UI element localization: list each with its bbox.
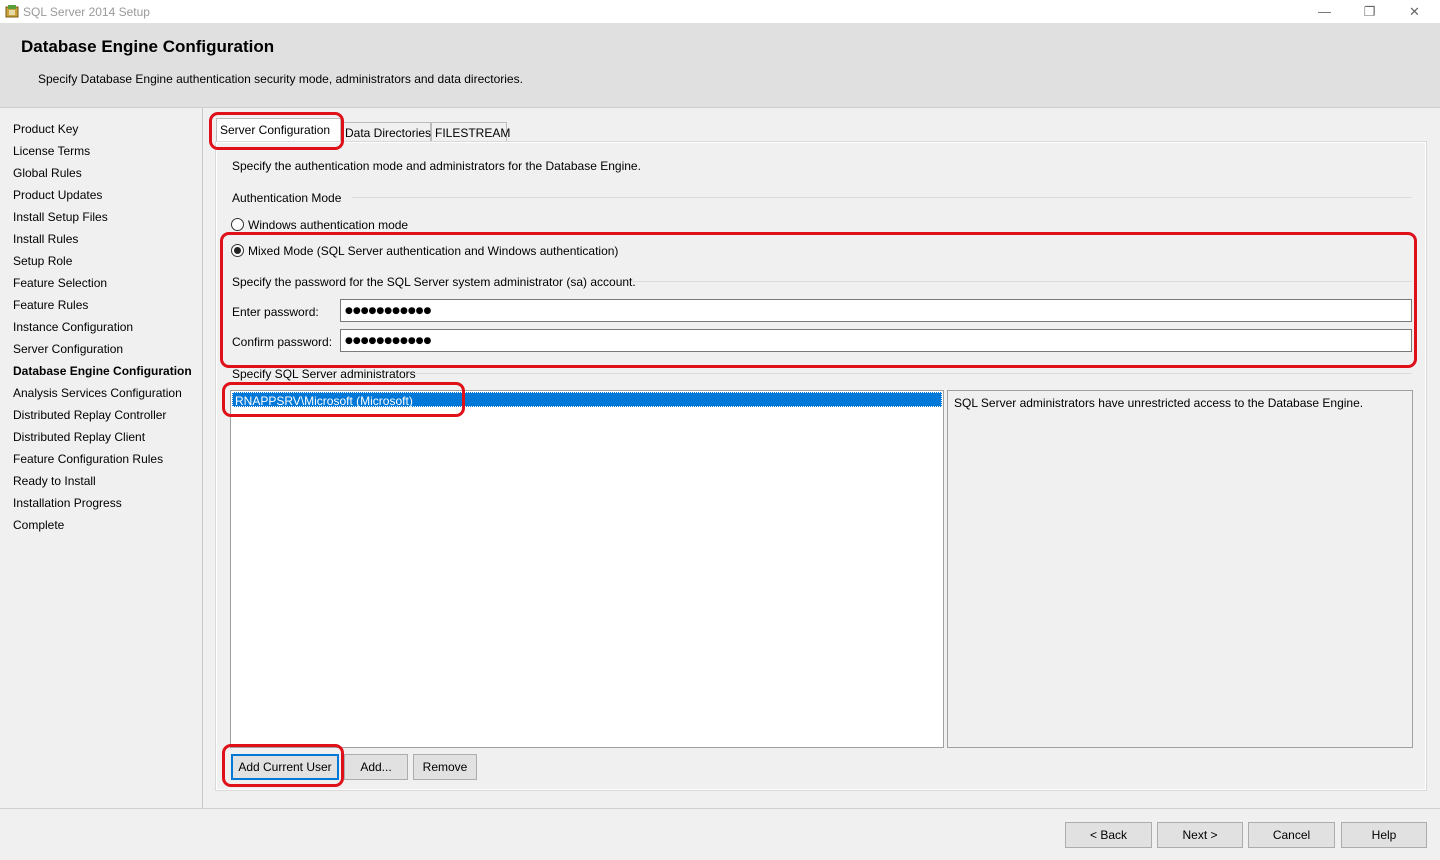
sidebar-item-license-terms[interactable]: License Terms <box>13 144 90 158</box>
tab-filestream[interactable]: FILESTREAM <box>431 122 510 142</box>
sidebar-item-setup-role[interactable]: Setup Role <box>13 254 72 268</box>
help-button[interactable]: Help <box>1341 822 1427 848</box>
next-button[interactable]: Next > <box>1157 822 1243 848</box>
main-content: Server Configuration Data Directories FI… <box>203 108 1440 808</box>
admins-description-box: SQL Server administrators have unrestric… <box>947 390 1413 748</box>
back-button[interactable]: < Back <box>1065 822 1152 848</box>
sidebar-item-install-setup-files[interactable]: Install Setup Files <box>13 210 108 224</box>
windows-auth-radio[interactable] <box>231 218 244 231</box>
intro-text: Specify the authentication mode and admi… <box>232 159 641 173</box>
sidebar-item-analysis-services-configuration[interactable]: Analysis Services Configuration <box>13 386 182 400</box>
wizard-steps-sidebar: Product Key License Terms Global Rules P… <box>0 108 203 808</box>
sidebar-item-complete[interactable]: Complete <box>13 518 64 532</box>
title-bar: SQL Server 2014 Setup — ❐ ✕ <box>0 0 1440 23</box>
sidebar-item-install-rules[interactable]: Install Rules <box>13 232 78 246</box>
close-button[interactable]: ✕ <box>1392 0 1437 23</box>
confirm-password-label: Confirm password: <box>232 335 333 349</box>
admins-group-label: Specify SQL Server administrators <box>232 367 416 381</box>
add-current-user-button[interactable]: Add Current User <box>231 754 339 780</box>
sidebar-item-feature-selection[interactable]: Feature Selection <box>13 276 107 290</box>
confirm-password-field[interactable]: ●●●●●●●●●●● <box>340 329 1412 352</box>
sidebar-item-product-key[interactable]: Product Key <box>13 122 78 136</box>
sql-server-setup-icon <box>5 5 19 18</box>
admins-description-text: SQL Server administrators have unrestric… <box>954 396 1364 410</box>
tab-panel-server-configuration: Specify the authentication mode and admi… <box>215 141 1427 791</box>
tab-server-configuration[interactable]: Server Configuration <box>216 118 341 141</box>
enter-password-label: Enter password: <box>232 305 319 319</box>
admins-listbox[interactable]: RNAPPSRV\Microsoft (Microsoft) <box>230 390 944 748</box>
add-button[interactable]: Add... <box>344 754 408 780</box>
remove-button[interactable]: Remove <box>413 754 477 780</box>
admins-divider <box>414 373 1412 374</box>
mixed-mode-radio[interactable] <box>231 244 244 257</box>
sidebar-item-distributed-replay-controller[interactable]: Distributed Replay Controller <box>13 408 166 422</box>
window-title: SQL Server 2014 Setup <box>23 5 150 19</box>
sidebar-item-feature-rules[interactable]: Feature Rules <box>13 298 88 312</box>
page-title: Database Engine Configuration <box>21 37 275 56</box>
tab-data-directories[interactable]: Data Directories <box>341 122 431 142</box>
wizard-footer: < Back Next > Cancel Help <box>0 808 1440 860</box>
auth-mode-group-label: Authentication Mode <box>232 191 342 205</box>
enter-password-field[interactable]: ●●●●●●●●●●● <box>340 299 1412 322</box>
windows-auth-label[interactable]: Windows authentication mode <box>248 218 408 232</box>
sa-password-divider <box>632 281 1412 282</box>
sidebar-item-installation-progress[interactable]: Installation Progress <box>13 496 122 510</box>
sidebar-item-instance-configuration[interactable]: Instance Configuration <box>13 320 133 334</box>
sidebar-item-feature-configuration-rules[interactable]: Feature Configuration Rules <box>13 452 163 466</box>
mixed-mode-label[interactable]: Mixed Mode (SQL Server authentication an… <box>248 244 618 258</box>
sidebar-item-database-engine-configuration[interactable]: Database Engine Configuration <box>13 364 192 378</box>
sidebar-item-ready-to-install[interactable]: Ready to Install <box>13 474 96 488</box>
page-subtitle: Specify Database Engine authentication s… <box>38 72 523 86</box>
sa-password-group-label: Specify the password for the SQL Server … <box>232 275 636 289</box>
restore-button[interactable]: ❐ <box>1347 0 1392 23</box>
cancel-button[interactable]: Cancel <box>1248 822 1335 848</box>
page-header: Database Engine Configuration Specify Da… <box>0 23 1440 108</box>
sidebar-item-distributed-replay-client[interactable]: Distributed Replay Client <box>13 430 145 444</box>
minimize-button[interactable]: — <box>1302 0 1347 23</box>
sidebar-item-global-rules[interactable]: Global Rules <box>13 166 82 180</box>
sidebar-item-server-configuration[interactable]: Server Configuration <box>13 342 123 356</box>
sidebar-item-product-updates[interactable]: Product Updates <box>13 188 102 202</box>
list-item-admin[interactable]: RNAPPSRV\Microsoft (Microsoft) <box>232 392 942 408</box>
auth-mode-divider <box>352 197 1412 198</box>
